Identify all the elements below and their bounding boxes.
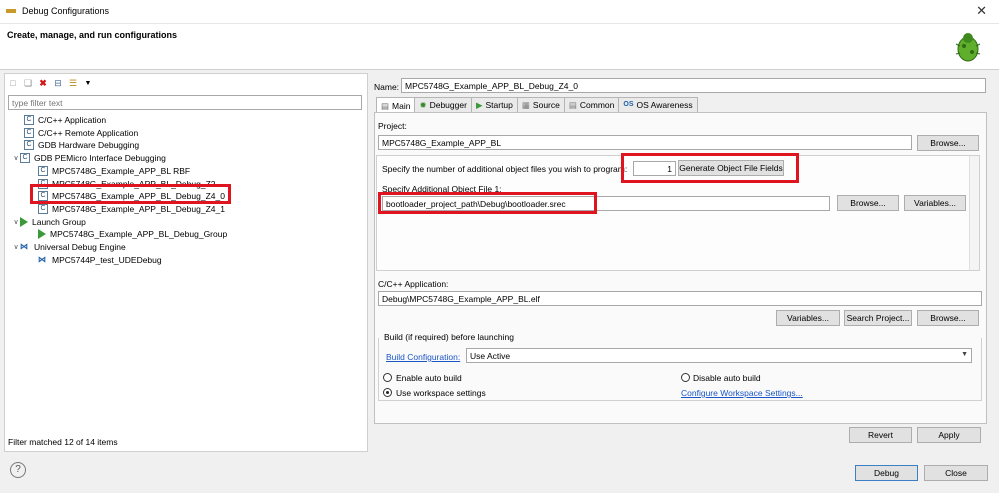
configure-workspace-link[interactable]: Configure Workspace Settings... xyxy=(681,388,803,398)
use-workspace-settings-label: Use workspace settings xyxy=(396,388,486,398)
window-titlebar: Debug Configurations ✕ xyxy=(0,0,999,24)
tree-item[interactable]: C MPC5748G_Example_APP_BL_Debug_Z4_1 xyxy=(38,203,225,215)
duplicate-icon[interactable]: ❏ xyxy=(22,77,34,89)
chevron-down-icon: ▼ xyxy=(961,351,968,358)
filter-input[interactable] xyxy=(8,95,362,110)
c-file-icon: C xyxy=(38,203,48,214)
tree-item-label: MPC5748G_Example_APP_BL_Debug_Z4_1 xyxy=(52,203,225,214)
tree-item[interactable]: C MPC5748G_Example_APP_BL RBF xyxy=(38,165,190,177)
highlight-selected-config xyxy=(30,184,231,204)
tree-item[interactable]: ∨ Launch Group xyxy=(12,216,86,228)
tree-item-label: GDB Hardware Debugging xyxy=(38,140,140,151)
delete-icon[interactable]: ✖ xyxy=(37,77,49,89)
object-files-scrollbar[interactable] xyxy=(969,156,979,270)
expand-chevron-icon[interactable]: ∨ xyxy=(12,243,20,251)
highlight-object-file xyxy=(378,192,597,214)
tree-item[interactable]: MPC5748G_Example_APP_BL_Debug_Group xyxy=(38,228,227,240)
build-configuration-value: Use Active xyxy=(470,351,511,361)
tree-item[interactable]: ∨ C GDB PEMicro Interface Debugging xyxy=(12,152,166,164)
project-label: Project: xyxy=(378,121,407,131)
tab-debugger[interactable]: ✹ Debugger xyxy=(414,97,472,112)
help-icon[interactable]: ? xyxy=(10,462,26,478)
tree-item-label: GDB PEMicro Interface Debugging xyxy=(34,153,166,164)
object-file-browse-button[interactable]: Browse... xyxy=(837,195,899,211)
collapse-all-icon[interactable]: ⊟ xyxy=(52,77,64,89)
app-field[interactable]: Debug\MPC5748G_Example_APP_BL.elf xyxy=(378,291,982,306)
revert-button[interactable]: Revert xyxy=(849,427,912,443)
apply-button[interactable]: Apply xyxy=(917,427,981,443)
view-menu-icon[interactable]: ▼ xyxy=(82,77,94,89)
c-file-icon: C xyxy=(24,140,34,151)
source-tab-icon: ▦ xyxy=(521,100,530,110)
window-title: Debug Configurations xyxy=(22,6,110,16)
enable-auto-build-label: Enable auto build xyxy=(396,373,462,383)
disable-auto-build-radio[interactable] xyxy=(681,373,690,382)
tree-toolbar: □ ❏ ✖ ⊟ ☰ ▼ xyxy=(7,76,94,90)
tree-item[interactable]: C C/C++ Application xyxy=(24,114,106,126)
close-button[interactable]: Close xyxy=(924,465,988,481)
c-file-icon: C xyxy=(20,153,30,164)
project-field[interactable]: MPC5748G_Example_APP_BL xyxy=(378,135,912,150)
launch-group-icon xyxy=(38,229,46,240)
launch-group-icon xyxy=(20,216,28,227)
startup-tab-icon: ▶ xyxy=(475,100,483,110)
name-label: Name: xyxy=(374,82,400,92)
tree-item[interactable]: ⋈ MPC5744P_test_UDEDebug xyxy=(38,254,162,266)
tree-item-label: MPC5748G_Example_APP_BL RBF xyxy=(52,165,191,176)
search-project-button[interactable]: Search Project... xyxy=(844,310,912,326)
use-workspace-settings-radio[interactable] xyxy=(383,388,392,397)
expand-chevron-icon[interactable]: ∨ xyxy=(12,218,20,226)
debugger-tab-icon: ✹ xyxy=(419,100,427,110)
tree-item-label: Launch Group xyxy=(32,216,86,227)
tab-os-awareness[interactable]: OS OS Awareness xyxy=(618,97,698,112)
common-tab-icon: ▤ xyxy=(568,100,577,110)
disable-auto-build-label: Disable auto build xyxy=(693,373,761,383)
c-file-icon: C xyxy=(24,115,34,125)
tree-item-label: MPC5744P_test_UDEDebug xyxy=(52,254,162,265)
object-files-count-label: Specify the number of additional object … xyxy=(382,164,628,174)
build-configuration-link[interactable]: Build Configuration: xyxy=(386,352,460,362)
tree-item-label: C/C++ Application xyxy=(38,115,107,125)
tree-item[interactable]: C GDB Hardware Debugging xyxy=(24,139,139,151)
object-file-variables-button[interactable]: Variables... xyxy=(904,195,966,211)
close-window-icon[interactable]: ✕ xyxy=(976,3,987,19)
filter-icon[interactable]: ☰ xyxy=(67,77,79,89)
ude-icon: ⋈ xyxy=(20,242,28,251)
os-awareness-tab-icon: OS xyxy=(623,101,634,108)
app-label: C/C++ Application: xyxy=(378,279,449,289)
tab-main[interactable]: ▤ Main xyxy=(376,97,416,113)
filter-status: Filter matched 12 of 14 items xyxy=(8,437,118,447)
build-group-title: Build (if required) before launching xyxy=(384,332,514,342)
tree-item[interactable]: ∨ ⋈ Universal Debug Engine xyxy=(12,241,126,253)
debug-button[interactable]: Debug xyxy=(855,465,918,481)
tree-item-label: Universal Debug Engine xyxy=(34,242,126,252)
enable-auto-build-radio[interactable] xyxy=(383,373,392,382)
project-browse-button[interactable]: Browse... xyxy=(917,135,979,151)
dialog-header: Create, manage, and run configurations xyxy=(0,24,999,70)
new-configuration-icon[interactable]: □ xyxy=(7,77,19,89)
tree-item-label: C/C++ Remote Application xyxy=(38,127,139,138)
expand-chevron-icon[interactable]: ∨ xyxy=(12,154,20,162)
app-browse-button[interactable]: Browse... xyxy=(917,310,979,326)
config-tabs: ▤ Main ✹ Debugger ▶ Startup ▦ Source ▤ Common… xyxy=(376,97,698,113)
tree-item[interactable]: C C/C++ Remote Application xyxy=(24,127,138,139)
app-icon xyxy=(6,9,16,13)
tree-item-label: MPC5748G_Example_APP_BL_Debug_Group xyxy=(50,229,228,240)
ude-icon: ⋈ xyxy=(38,254,46,264)
debug-bug-icon xyxy=(955,33,981,62)
tab-source[interactable]: ▦ Source xyxy=(516,97,565,112)
name-field[interactable]: MPC5748G_Example_APP_BL_Debug_Z4_0 xyxy=(401,78,986,93)
tab-common[interactable]: ▤ Common xyxy=(563,97,620,112)
c-file-icon: C xyxy=(38,165,48,176)
app-variables-button[interactable]: Variables... xyxy=(776,310,840,326)
tab-startup[interactable]: ▶ Startup xyxy=(470,97,518,112)
main-tab-icon: ▤ xyxy=(381,100,390,111)
c-file-icon: C xyxy=(24,127,34,138)
header-title: Create, manage, and run configurations xyxy=(7,30,178,40)
highlight-generate-fields xyxy=(621,153,799,183)
build-configuration-select[interactable]: Use Active ▼ xyxy=(466,348,972,363)
